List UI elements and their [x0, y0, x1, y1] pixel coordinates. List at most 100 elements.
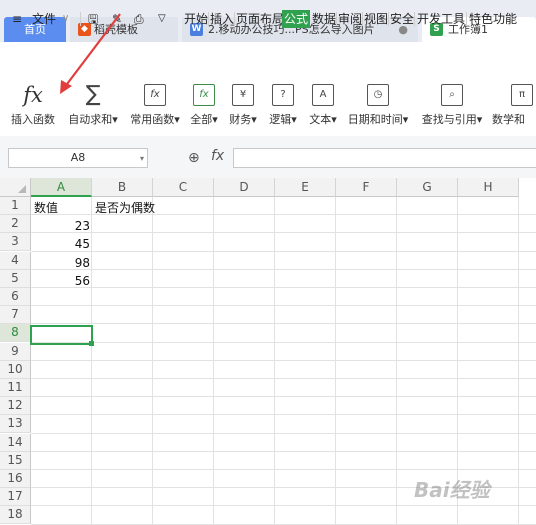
chevron-down-icon[interactable]: ∨: [62, 11, 69, 27]
cell-A3[interactable]: 45: [32, 235, 90, 253]
function-book-icon: fx: [193, 84, 215, 106]
row-gridline: [31, 414, 536, 415]
column-header-C[interactable]: C: [153, 178, 214, 197]
cell-A2[interactable]: 23: [32, 217, 90, 235]
text-book-icon: A: [312, 84, 334, 106]
insert-function-button[interactable]: fx 插入函数: [6, 80, 60, 136]
select-all-triangle-icon: [18, 185, 26, 193]
print-icon[interactable]: ⎙: [134, 11, 144, 27]
fx-icon[interactable]: fx: [211, 148, 224, 164]
math-book-icon: π: [511, 84, 533, 106]
divider: [414, 12, 415, 26]
zoom-icon[interactable]: ⊕: [188, 150, 200, 166]
row-gridline: [31, 451, 536, 452]
select-all-corner[interactable]: [0, 178, 31, 197]
column-header-H[interactable]: H: [458, 178, 519, 197]
row-header-12[interactable]: 12: [0, 397, 31, 415]
row-header-2[interactable]: 2: [0, 215, 31, 233]
star-function-icon: fx: [144, 84, 166, 106]
row-header-7[interactable]: 7: [0, 306, 31, 324]
row-gridline: [31, 251, 536, 252]
name-box-dropdown-icon[interactable]: ▾: [140, 154, 144, 163]
row-header-17[interactable]: 17: [0, 488, 31, 506]
finance-label: 财务▾: [229, 113, 257, 126]
divider: [362, 12, 363, 26]
insert-function-label: 插入函数: [11, 113, 55, 126]
column-gridline: [335, 197, 336, 524]
menu-view[interactable]: 视图: [364, 11, 388, 27]
row-gridline: [31, 323, 536, 324]
logic-button[interactable]: ? 逻辑▾: [264, 80, 302, 136]
cell-B1[interactable]: 是否为偶数: [95, 199, 155, 217]
row-header-18[interactable]: 18: [0, 506, 31, 524]
hamburger-icon[interactable]: ≡: [12, 11, 22, 27]
cell-A4[interactable]: 98: [32, 254, 90, 272]
math-label: 数学和: [492, 113, 525, 126]
logic-label: 逻辑▾: [269, 113, 297, 126]
autosum-label: 自动求和▾: [68, 113, 118, 126]
row-header-16[interactable]: 16: [0, 470, 31, 488]
row-header-10[interactable]: 10: [0, 361, 31, 379]
divider: [208, 12, 209, 26]
selected-cell-A8[interactable]: [30, 325, 93, 345]
search-book-icon: ⌕: [441, 84, 463, 106]
text-button[interactable]: A 文本▾: [304, 80, 342, 136]
save-icon[interactable]: 🖫: [88, 11, 98, 27]
lookup-reference-button[interactable]: ⌕ 查找与引用▾: [416, 80, 488, 136]
cell-A1[interactable]: 数值: [34, 199, 58, 217]
column-header-B[interactable]: B: [92, 178, 153, 197]
menu-special[interactable]: 特色功能: [469, 11, 517, 27]
formula-input[interactable]: [233, 148, 536, 168]
row-gridline: [31, 232, 536, 233]
column-header-D[interactable]: D: [214, 178, 275, 197]
row-header-4[interactable]: 4: [0, 252, 31, 270]
row-header-11[interactable]: 11: [0, 379, 31, 397]
common-functions-button[interactable]: fx 常用函数▾: [126, 80, 184, 136]
row-gridline: [31, 505, 536, 506]
column-header-F[interactable]: F: [336, 178, 397, 197]
row-header-9[interactable]: 9: [0, 343, 31, 361]
all-functions-button[interactable]: fx 全部▾: [186, 80, 222, 136]
name-box[interactable]: A8: [8, 148, 148, 168]
format-painter-icon[interactable]: ✎: [112, 11, 122, 27]
autosum-button[interactable]: ∑ 自动求和▾: [64, 80, 122, 136]
row-header-3[interactable]: 3: [0, 233, 31, 251]
menu-developer[interactable]: 开发工具: [417, 11, 465, 27]
row-header-8[interactable]: 8: [0, 324, 31, 342]
more-dropdown-icon[interactable]: ▽: [158, 11, 166, 27]
row-header-15[interactable]: 15: [0, 452, 31, 470]
math-button[interactable]: π 数学和: [492, 80, 536, 136]
menu-file[interactable]: 文件: [32, 11, 56, 27]
column-header-G[interactable]: G: [397, 178, 458, 197]
divider: [234, 12, 235, 26]
date-time-label: 日期和时间▾: [347, 113, 409, 126]
menu-insert[interactable]: 插入: [210, 11, 234, 27]
lookup-reference-label: 查找与引用▾: [421, 113, 483, 126]
menu-page-layout[interactable]: 页面布局: [236, 11, 284, 27]
row-header-14[interactable]: 14: [0, 434, 31, 452]
column-gridline: [152, 197, 153, 524]
logic-book-icon: ?: [272, 84, 294, 106]
row-header-5[interactable]: 5: [0, 270, 31, 288]
menu-data[interactable]: 数据: [312, 11, 336, 27]
row-gridline: [31, 287, 536, 288]
divider: [388, 12, 389, 26]
column-header-E[interactable]: E: [275, 178, 336, 197]
all-functions-label: 全部▾: [190, 113, 218, 126]
menu-formula[interactable]: 公式: [282, 10, 311, 28]
column-gridline: [396, 197, 397, 524]
menu-start[interactable]: 开始: [184, 11, 208, 27]
finance-button[interactable]: ¥ 财务▾: [224, 80, 262, 136]
row-header-13[interactable]: 13: [0, 415, 31, 433]
fill-handle[interactable]: [89, 341, 94, 346]
divider: [466, 12, 467, 26]
row-header-6[interactable]: 6: [0, 288, 31, 306]
menu-security[interactable]: 安全: [390, 11, 414, 27]
divider: [336, 12, 337, 26]
menu-review[interactable]: 审阅: [338, 11, 362, 27]
date-time-button[interactable]: ◷ 日期和时间▾: [344, 80, 412, 136]
row-header-1[interactable]: 1: [0, 197, 31, 215]
column-header-A[interactable]: A: [31, 178, 92, 197]
cell-A5[interactable]: 56: [32, 272, 90, 290]
fx-icon: fx: [23, 83, 43, 107]
